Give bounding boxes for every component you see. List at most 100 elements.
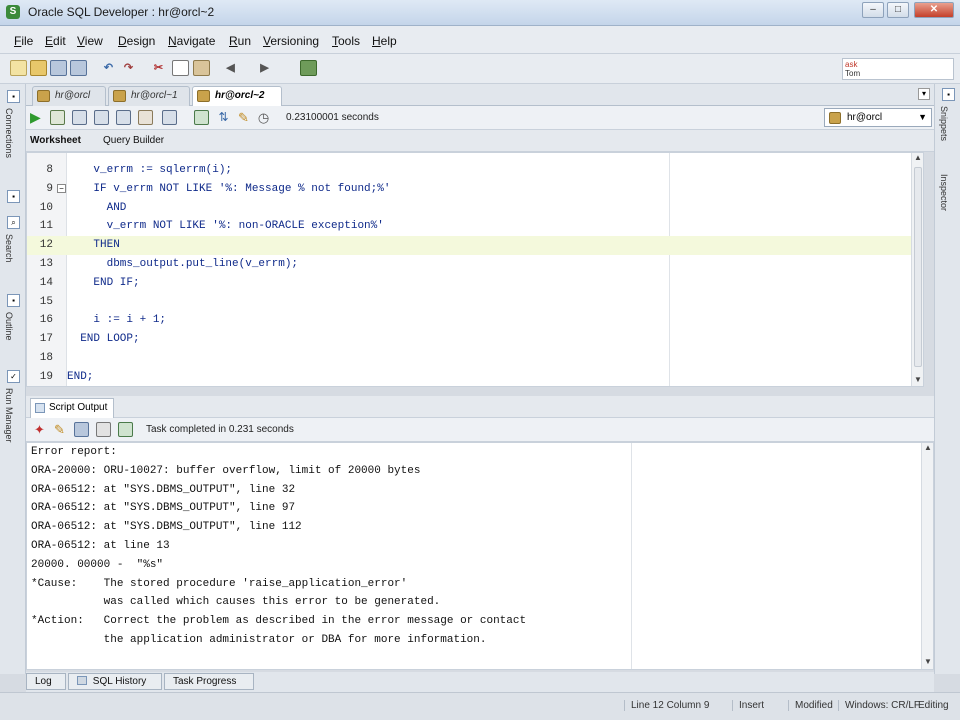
tab-list-dropdown-icon[interactable]: ▾ (918, 88, 930, 100)
doc-tab-hr-orcl-1[interactable]: hr@orcl~1 (108, 86, 190, 106)
unshared-sql-icon[interactable]: ⇅ (216, 110, 231, 125)
forward-icon[interactable]: ▶ (256, 60, 273, 76)
run-manager-tab[interactable]: Run Manager (4, 388, 14, 443)
reports-icon[interactable]: ▪ (7, 190, 20, 203)
copy-icon[interactable] (172, 60, 189, 76)
output-vertical-scrollbar[interactable]: ▲ ▼ (921, 443, 933, 669)
history-icon[interactable]: ◷ (256, 110, 271, 125)
doc-tab-hr-orcl[interactable]: hr@orcl (32, 86, 106, 106)
code-line[interactable]: 16 i := i + 1; (27, 311, 667, 330)
save-all-icon[interactable] (70, 60, 87, 76)
menu-edit[interactable]: Edit (45, 34, 66, 48)
code-line[interactable]: 9 IF v_errm NOT LIKE '%: Message % not f… (27, 180, 667, 199)
ask-sub-label: Tom (845, 69, 861, 78)
editor-scroll-thumb[interactable] (914, 167, 922, 367)
tab-task-progress-label: Task Progress (173, 676, 237, 687)
code-line[interactable]: 10 AND (27, 199, 667, 218)
ask-search-box[interactable]: ask Tom (842, 58, 954, 80)
output-line: ORA-06512: at "SYS.DBMS_OUTPUT", line 11… (31, 521, 302, 534)
cancel-icon[interactable] (116, 110, 131, 125)
output-line: ORA-20000: ORU-10027: buffer overflow, l… (31, 464, 421, 477)
close-button[interactable]: ✕ (914, 2, 954, 18)
code-text: v_errm := sqlerrm(i); (67, 164, 233, 176)
code-line[interactable]: 15 (27, 293, 667, 312)
new-icon[interactable] (10, 60, 27, 76)
save-output-icon[interactable] (74, 422, 89, 437)
outline-icon[interactable]: ▪ (7, 294, 20, 307)
menu-file[interactable]: File (14, 34, 33, 48)
connection-select[interactable]: hr@orcl ▼ (824, 108, 932, 127)
script-output-icon (35, 403, 45, 413)
sql-worksheet-icon[interactable] (300, 60, 317, 76)
paste-icon[interactable] (193, 60, 210, 76)
scroll-down-icon[interactable]: ▼ (924, 657, 932, 666)
output-line: 20000. 00000 - "%s" (31, 558, 164, 571)
tab-log[interactable]: Log (26, 673, 66, 690)
menu-navigate[interactable]: Navigate (168, 34, 215, 48)
autotrace-icon[interactable] (162, 110, 177, 125)
clear-eraser-icon[interactable]: ✎ (52, 422, 67, 437)
back-icon[interactable]: ◀ (222, 60, 239, 76)
snippets-icon[interactable]: ▪ (942, 88, 955, 101)
redo-icon[interactable]: ↷ (120, 60, 137, 76)
commit-icon[interactable] (72, 110, 87, 125)
editor-vertical-scrollbar[interactable]: ▲ ▼ (911, 153, 923, 386)
cut-icon[interactable]: ✂ (150, 60, 167, 76)
minimize-button[interactable]: – (862, 2, 884, 18)
code-line[interactable]: 17 END LOOP; (27, 330, 667, 349)
code-text: i := i + 1; (67, 314, 167, 327)
print-icon[interactable] (96, 422, 111, 437)
run-script-icon[interactable] (50, 110, 65, 125)
menu-run[interactable]: Run (229, 34, 251, 48)
menu-tools[interactable]: Tools (332, 34, 360, 48)
tab-worksheet[interactable]: Worksheet (30, 135, 81, 146)
rollback-icon[interactable] (94, 110, 109, 125)
search-tab[interactable]: Search (4, 234, 14, 263)
run-manager-icon[interactable]: ✓ (7, 370, 20, 383)
sql-editor[interactable]: ▲ ▼ 8 v_errm := sqlerrm(i); 9 IF v_errm N… (26, 152, 924, 387)
line-number: 11 (39, 220, 53, 233)
code-line[interactable]: 13 dbms_output.put_line(v_errm); (27, 255, 667, 274)
outline-tab[interactable]: Outline (4, 312, 14, 341)
code-line[interactable]: 14 END IF; (27, 274, 667, 293)
undo-icon[interactable]: ↶ (100, 60, 117, 76)
connections-icon[interactable]: ▪ (7, 90, 20, 103)
code-line[interactable]: 8 v_errm := sqlerrm(i); (27, 161, 667, 180)
tab-task-progress[interactable]: Task Progress (164, 673, 254, 690)
code-line[interactable]: 19 END; (27, 368, 667, 386)
doc-tab-hr-orcl-2[interactable]: hr@orcl~2 (192, 86, 282, 106)
line-number: 13 (39, 258, 53, 270)
scroll-up-icon[interactable]: ▲ (914, 153, 922, 162)
line-number: 18 (39, 352, 53, 364)
save-icon[interactable] (50, 60, 67, 76)
fold-toggle-icon[interactable]: − (57, 184, 66, 193)
open-folder-icon[interactable] (30, 60, 47, 76)
connections-tab[interactable]: Connections (4, 108, 14, 158)
doc-tab-label: hr@orcl (55, 90, 91, 101)
explain-plan-icon[interactable] (138, 110, 153, 125)
code-line[interactable]: 18 (27, 349, 667, 368)
scroll-down-icon[interactable]: ▼ (914, 375, 922, 384)
maximize-button[interactable]: □ (887, 2, 909, 18)
snippets-tab[interactable]: Snippets (939, 106, 949, 141)
tab-script-output[interactable]: Script Output (30, 398, 115, 418)
run-statement-icon[interactable]: ▶ (30, 110, 45, 125)
sql-tuning-icon[interactable] (194, 110, 209, 125)
search-icon[interactable]: ⌕ (7, 216, 20, 229)
scroll-up-icon[interactable]: ▲ (924, 443, 932, 452)
clear-eraser-icon[interactable]: ✎ (236, 110, 251, 125)
tab-query-builder[interactable]: Query Builder (103, 135, 164, 146)
left-side-panel-strip: ▪ Connections ▪ ⌕ Search ▪ Outline ✓ Run… (0, 84, 26, 674)
menu-view[interactable]: View (77, 34, 103, 48)
script-output-pane[interactable]: Error report: ORA-20000: ORU-10027: buffe… (26, 442, 934, 670)
code-line[interactable]: 12 THEN (27, 236, 911, 255)
menu-design[interactable]: Design (118, 34, 155, 48)
open-in-editor-icon[interactable] (118, 422, 133, 437)
code-line[interactable]: 11 v_errm NOT LIKE '%: non-ORACLE except… (27, 217, 667, 236)
tab-sql-history[interactable]: SQL History (68, 673, 162, 690)
database-connection-icon (113, 90, 126, 102)
menu-versioning[interactable]: Versioning (263, 34, 319, 48)
inspector-tab[interactable]: Inspector (939, 174, 949, 211)
menu-help[interactable]: Help (372, 34, 397, 48)
pin-icon[interactable]: ✦ (32, 422, 47, 437)
